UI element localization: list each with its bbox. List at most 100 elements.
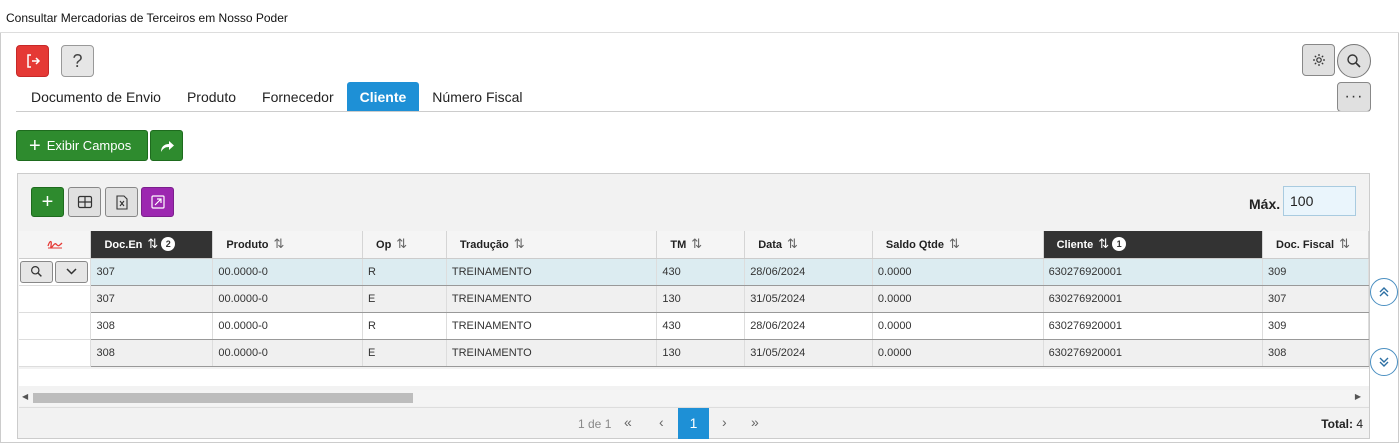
cell-saldo-qtde: 0.0000 <box>872 285 1044 313</box>
row-options-dropdown[interactable] <box>55 260 88 283</box>
sort-icon[interactable]: ⇅ <box>274 236 285 251</box>
help-button[interactable]: ? <box>61 45 94 77</box>
cell-cliente: 630276920001 <box>1043 258 1264 286</box>
column-header-traducao[interactable]: Tradução ⇅ <box>446 231 658 259</box>
search-icon <box>31 266 42 277</box>
cell-data: 31/05/2024 <box>744 285 873 313</box>
column-header-data[interactable]: Data ⇅ <box>744 231 873 259</box>
scroll-bottom-button[interactable] <box>1370 348 1398 376</box>
cell-doc-en: 308 <box>90 312 214 340</box>
share-button[interactable] <box>150 130 183 161</box>
plus-icon: + <box>41 190 54 213</box>
scroll-right-icon[interactable]: ▶ <box>1355 392 1361 401</box>
row-actions <box>19 312 92 340</box>
settings-button[interactable] <box>1302 44 1335 76</box>
tab-documento-envio[interactable]: Documento de Envio <box>18 82 174 112</box>
sort-order-badge: 1 <box>1112 237 1127 252</box>
exibir-campos-button[interactable]: + Exibir Campos <box>16 130 148 161</box>
tabs-divider <box>16 111 1369 112</box>
cell-traducao: TREINAMENTO <box>446 285 658 313</box>
sort-asc-icon[interactable]: ⇅ <box>1098 236 1109 251</box>
row-actions <box>19 339 92 367</box>
next-page-button[interactable]: › <box>722 414 727 430</box>
add-record-button[interactable]: + <box>31 187 64 217</box>
search-button[interactable] <box>1337 44 1371 78</box>
column-header-produto[interactable]: Produto ⇅ <box>212 231 364 259</box>
sort-icon[interactable]: ⇅ <box>396 236 407 251</box>
cell-traducao: TREINAMENTO <box>446 258 658 286</box>
row-actions <box>19 285 92 313</box>
table-row[interactable]: 308 00.0000-0 R TREINAMENTO 430 28/06/20… <box>19 312 1369 340</box>
column-header-doc-en[interactable]: Doc.En ⇅ 2 <box>90 231 214 259</box>
table-row[interactable]: 307 00.0000-0 R TREINAMENTO 430 28/06/20… <box>19 258 1369 286</box>
cell-traducao: TREINAMENTO <box>446 339 658 367</box>
column-header-saldo-qtde[interactable]: Saldo Qtde ⇅ <box>872 231 1044 259</box>
cell-doc-fiscal: 309 <box>1262 258 1369 286</box>
first-page-button[interactable]: « <box>624 414 632 430</box>
double-chevron-up-icon <box>1379 287 1389 297</box>
cell-doc-en: 308 <box>90 339 214 367</box>
tab-cliente[interactable]: Cliente <box>346 82 420 112</box>
signature-icon <box>47 240 63 249</box>
window-title: Consultar Mercadorias de Terceiros em No… <box>6 11 288 25</box>
cell-op: R <box>362 258 447 286</box>
scroll-left-icon[interactable]: ◀ <box>22 392 28 401</box>
sort-icon[interactable]: ⇅ <box>1339 236 1350 251</box>
sort-order-badge: 2 <box>161 237 176 252</box>
grid-panel: + Máx. 100 Doc.En ⇅ 2 Produto ⇅ Op ⇅ Tra… <box>17 173 1370 439</box>
cell-cliente: 630276920001 <box>1043 339 1264 367</box>
cell-op: E <box>362 339 447 367</box>
exit-icon <box>26 54 40 68</box>
sort-asc-icon[interactable]: ⇅ <box>147 236 158 251</box>
cell-saldo-qtde: 0.0000 <box>872 312 1044 340</box>
data-table: Doc.En ⇅ 2 Produto ⇅ Op ⇅ Tradução ⇅ TM ⇅ Data… <box>19 231 1369 367</box>
cell-cliente: 630276920001 <box>1043 312 1264 340</box>
scrollbar-thumb[interactable] <box>33 393 413 403</box>
tab-fornecedor[interactable]: Fornecedor <box>249 82 347 112</box>
cell-data: 28/06/2024 <box>744 312 873 340</box>
max-input[interactable] <box>1283 186 1356 216</box>
sort-icon[interactable]: ⇅ <box>691 236 702 251</box>
prev-page-button[interactable]: ‹ <box>659 414 664 430</box>
exit-button[interactable] <box>16 45 49 77</box>
sort-icon[interactable]: ⇅ <box>514 236 525 251</box>
table-row[interactable]: 307 00.0000-0 E TREINAMENTO 130 31/05/20… <box>19 285 1369 313</box>
exibir-campos-label: Exibir Campos <box>46 138 132 153</box>
more-options-button[interactable]: ··· <box>1337 82 1371 112</box>
column-header-doc-fiscal[interactable]: Doc. Fiscal ⇅ <box>1262 231 1369 259</box>
cell-data: 31/05/2024 <box>744 339 873 367</box>
signature-column-header[interactable] <box>19 231 92 259</box>
cell-doc-en: 307 <box>90 285 214 313</box>
current-page-button[interactable]: 1 <box>678 408 709 439</box>
export-excel-button[interactable] <box>105 187 138 217</box>
view-row-button[interactable] <box>20 260 53 283</box>
expand-icon <box>150 195 165 209</box>
scroll-top-button[interactable] <box>1370 278 1398 306</box>
horizontal-scrollbar[interactable]: ◀ ▶ <box>19 390 1369 406</box>
cell-op: E <box>362 285 447 313</box>
expand-button[interactable] <box>141 187 174 217</box>
cell-tm: 430 <box>656 258 746 286</box>
cell-saldo-qtde: 0.0000 <box>872 258 1044 286</box>
column-header-tm[interactable]: TM ⇅ <box>656 231 746 259</box>
search-icon <box>1347 54 1361 68</box>
tab-produto[interactable]: Produto <box>174 82 249 112</box>
sort-icon[interactable]: ⇅ <box>787 236 798 251</box>
cell-produto: 00.0000-0 <box>212 312 364 340</box>
last-page-button[interactable]: » <box>751 414 759 430</box>
chevron-down-icon <box>66 268 77 275</box>
total-count: Total: 4 <box>1321 417 1363 431</box>
column-header-op[interactable]: Op ⇅ <box>362 231 447 259</box>
tab-numero-fiscal[interactable]: Número Fiscal <box>419 82 535 112</box>
columns-button[interactable] <box>68 187 101 217</box>
cell-op: R <box>362 312 447 340</box>
filter-tabs: Documento de Envio Produto Fornecedor Cl… <box>18 82 536 112</box>
table-row[interactable]: 308 00.0000-0 E TREINAMENTO 130 31/05/20… <box>19 339 1369 367</box>
cell-cliente: 630276920001 <box>1043 285 1264 313</box>
sort-icon[interactable]: ⇅ <box>949 236 960 251</box>
cell-traducao: TREINAMENTO <box>446 312 658 340</box>
cell-tm: 430 <box>656 312 746 340</box>
column-header-cliente[interactable]: Cliente ⇅ 1 <box>1043 231 1264 259</box>
cell-tm: 130 <box>656 285 746 313</box>
help-icon: ? <box>72 50 83 71</box>
